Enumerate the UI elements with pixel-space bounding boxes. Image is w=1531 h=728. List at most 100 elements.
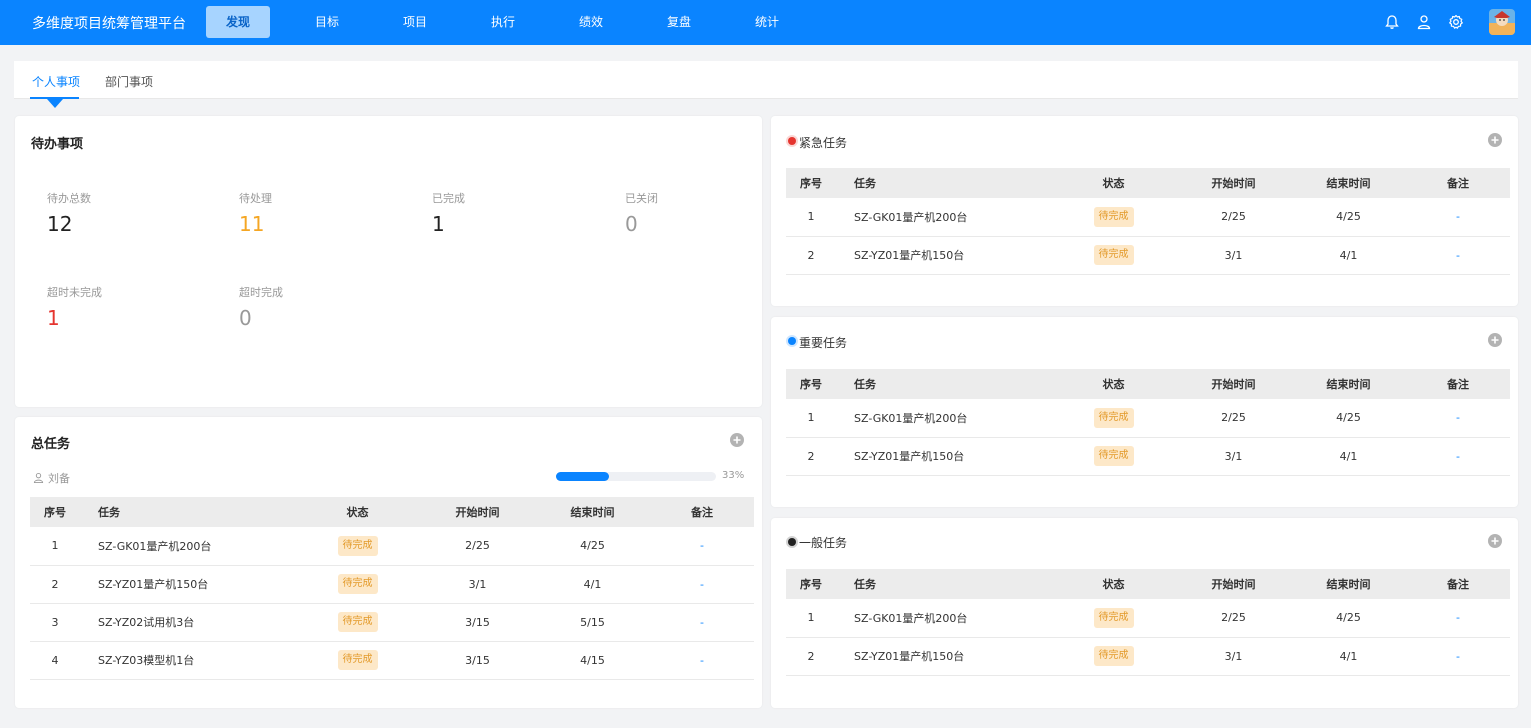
status-cell: 待完成 bbox=[295, 565, 420, 604]
normal-dot bbox=[788, 538, 796, 546]
total-tasks-title: 总任务 bbox=[31, 437, 71, 452]
stat-value-pending: 11 bbox=[239, 212, 265, 236]
normal-tasks-table: 序号 任务 状态 开始时间 结束时间 备注 1 SZ-GK01量产机200台 待完成… bbox=[786, 569, 1510, 676]
end-time: 4/1 bbox=[535, 565, 650, 604]
col-header-start: 开始时间 bbox=[1176, 369, 1291, 399]
row-number: 2 bbox=[786, 637, 836, 676]
task-name: SZ-YZ01量产机150台 bbox=[836, 437, 1051, 476]
nav-item-execution[interactable]: 执行 bbox=[491, 6, 515, 38]
nav-item-review[interactable]: 复盘 bbox=[667, 6, 691, 38]
note: - bbox=[1406, 399, 1510, 438]
status-badge: 待完成 bbox=[1093, 646, 1134, 666]
table-row[interactable]: 4 SZ-YZ03模型机1台 待完成 3/15 4/15- bbox=[30, 641, 754, 680]
table-header-row: 序号 任务 状态 开始时间 结束时间 备注 bbox=[786, 168, 1510, 198]
progress-bar bbox=[556, 472, 716, 481]
task-name: SZ-YZ03模型机1台 bbox=[80, 641, 295, 680]
col-header-status: 状态 bbox=[1051, 369, 1176, 399]
col-header-end: 结束时间 bbox=[1291, 569, 1406, 599]
col-header-task: 任务 bbox=[836, 569, 1051, 599]
row-number: 2 bbox=[30, 565, 80, 604]
note: - bbox=[650, 641, 754, 680]
tab-personal-items[interactable]: 个人事项 bbox=[32, 73, 80, 90]
urgent-dot bbox=[788, 137, 796, 145]
active-tab-caret bbox=[47, 99, 63, 108]
table-row[interactable]: 3 SZ-YZ02试用机3台 待完成 3/15 5/15- bbox=[30, 603, 754, 642]
col-header-start: 开始时间 bbox=[1176, 569, 1291, 599]
end-time: 4/25 bbox=[1291, 599, 1406, 638]
end-time: 4/25 bbox=[535, 527, 650, 566]
status-badge: 待完成 bbox=[337, 574, 378, 594]
table-row[interactable]: 1 SZ-GK01量产机200台 待完成 2/25 4/25- bbox=[786, 198, 1510, 237]
note: - bbox=[1406, 599, 1510, 638]
normal-tasks-card: 一般任务 序号 任务 状态 开始时间 结束时间 备注 1 SZ-GK01量产机20… bbox=[771, 518, 1518, 708]
status-badge: 待完成 bbox=[1093, 446, 1134, 466]
row-number: 2 bbox=[786, 236, 836, 275]
table-row[interactable]: 1 SZ-GK01量产机200台 待完成 2/25 4/25- bbox=[30, 527, 754, 566]
col-header-start: 开始时间 bbox=[420, 497, 535, 527]
col-header-status: 状态 bbox=[1051, 168, 1176, 198]
row-number: 3 bbox=[30, 603, 80, 642]
task-name: SZ-GK01量产机200台 bbox=[836, 399, 1051, 438]
col-header-start: 开始时间 bbox=[1176, 168, 1291, 198]
app-title: 多维度项目统筹管理平台 bbox=[32, 16, 186, 32]
add-normal-task-icon[interactable] bbox=[1488, 534, 1502, 548]
table-row[interactable]: 1 SZ-GK01量产机200台 待完成 2/25 4/25- bbox=[786, 399, 1510, 438]
task-name: SZ-GK01量产机200台 bbox=[836, 599, 1051, 638]
nav-item-statistics[interactable]: 统计 bbox=[755, 6, 779, 38]
stat-label-closed: 已关闭 bbox=[625, 192, 658, 205]
status-badge: 待完成 bbox=[337, 535, 378, 556]
col-header-end: 结束时间 bbox=[535, 497, 650, 527]
important-tasks-title: 重要任务 bbox=[799, 336, 848, 350]
total-tasks-table: 序号 任务 状态 开始时间 结束时间 备注 1 SZ-GK01量产机200台 待完成… bbox=[30, 497, 754, 680]
normal-tasks-title: 一般任务 bbox=[799, 536, 848, 550]
end-time: 4/15 bbox=[535, 641, 650, 680]
note: - bbox=[650, 565, 754, 604]
status-cell: 待完成 bbox=[295, 641, 420, 680]
add-total-task-icon[interactable] bbox=[730, 433, 744, 447]
row-number: 4 bbox=[30, 641, 80, 680]
table-row[interactable]: 2 SZ-YZ01量产机150台 待完成 3/1 4/1- bbox=[30, 565, 754, 604]
important-dot bbox=[788, 337, 796, 345]
col-header-no: 序号 bbox=[786, 569, 836, 599]
table-header-row: 序号 任务 状态 开始时间 结束时间 备注 bbox=[786, 369, 1510, 399]
owner-name: 刘备 bbox=[48, 472, 70, 485]
status-badge: 待完成 bbox=[1093, 607, 1134, 628]
urgent-tasks-card: 紧急任务 序号 任务 状态 开始时间 结束时间 备注 1 SZ-GK01量产机20… bbox=[771, 116, 1518, 306]
end-time: 4/25 bbox=[1291, 198, 1406, 237]
bell-icon[interactable] bbox=[1384, 14, 1400, 30]
status-badge: 待完成 bbox=[1093, 245, 1134, 265]
stat-label-overdue-incomplete: 超时未完成 bbox=[47, 286, 102, 299]
nav-item-goals[interactable]: 目标 bbox=[315, 6, 339, 38]
note: - bbox=[1406, 437, 1510, 476]
stat-label-completed: 已完成 bbox=[432, 192, 465, 205]
tab-department-items[interactable]: 部门事项 bbox=[105, 73, 153, 90]
urgent-tasks-table: 序号 任务 状态 开始时间 结束时间 备注 1 SZ-GK01量产机200台 待完成… bbox=[786, 168, 1510, 275]
owner-user-icon bbox=[33, 473, 44, 483]
nav-item-discover[interactable]: 发现 bbox=[206, 6, 270, 38]
stat-value-overdue-completed: 0 bbox=[239, 306, 252, 330]
end-time: 4/25 bbox=[1291, 399, 1406, 438]
gear-icon[interactable] bbox=[1448, 14, 1464, 30]
avatar[interactable] bbox=[1489, 9, 1515, 35]
stat-value-completed: 1 bbox=[432, 212, 445, 236]
status-cell: 待完成 bbox=[1051, 637, 1176, 676]
progress-percent: 33% bbox=[722, 470, 745, 481]
col-header-task: 任务 bbox=[80, 497, 295, 527]
col-header-end: 结束时间 bbox=[1291, 369, 1406, 399]
col-header-note: 备注 bbox=[1406, 569, 1510, 599]
table-row[interactable]: 2 SZ-YZ01量产机150台 待完成 3/1 4/1- bbox=[786, 637, 1510, 676]
stat-label-pending: 待处理 bbox=[239, 192, 272, 205]
task-name: SZ-YZ01量产机150台 bbox=[836, 236, 1051, 275]
user-icon[interactable] bbox=[1416, 14, 1432, 30]
col-header-no: 序号 bbox=[786, 369, 836, 399]
col-header-note: 备注 bbox=[650, 497, 754, 527]
add-important-task-icon[interactable] bbox=[1488, 333, 1502, 347]
nav-item-projects[interactable]: 项目 bbox=[403, 6, 427, 38]
table-row[interactable]: 2 SZ-YZ01量产机150台 待完成 3/1 4/1- bbox=[786, 437, 1510, 476]
start-time: 2/25 bbox=[420, 527, 535, 566]
table-row[interactable]: 2 SZ-YZ01量产机150台 待完成 3/1 4/1- bbox=[786, 236, 1510, 275]
col-header-task: 任务 bbox=[836, 168, 1051, 198]
nav-item-performance[interactable]: 绩效 bbox=[579, 6, 603, 38]
table-row[interactable]: 1 SZ-GK01量产机200台 待完成 2/25 4/25- bbox=[786, 599, 1510, 638]
add-urgent-task-icon[interactable] bbox=[1488, 133, 1502, 147]
